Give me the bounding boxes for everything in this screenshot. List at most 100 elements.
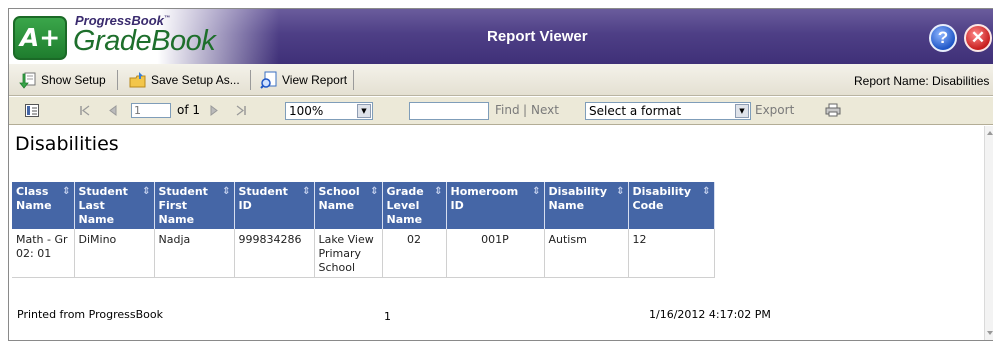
zoom-value: 100% [289,104,324,118]
cell-last-name: DiMino [74,229,155,278]
sort-icon[interactable]: ⇕ [222,185,230,199]
report-viewer-window: A+ ProgressBook™ GradeBook Report Viewer… [8,8,993,341]
column-header[interactable]: Grade Level Name ⇕ [382,182,447,229]
report-name: Report Name: Disabilities [854,74,990,88]
chevron-down-icon[interactable]: ▼ [357,104,371,118]
footer-datetime: 1/16/2012 4:17:02 PM [649,308,771,321]
sort-icon[interactable]: ⇕ [302,185,310,199]
report-table: Class Name ⇕ Student Last Name ⇕ Student Firs… [12,182,715,278]
column-header-text: Disability [632,185,692,198]
school-name-line: Primary [318,247,362,260]
sort-icon[interactable]: ⇕ [702,185,710,199]
column-header-text: Homeroom [450,185,519,198]
scroll-up-icon[interactable] [986,130,993,136]
column-header[interactable]: Homeroom ID ⇕ [446,182,545,229]
column-header[interactable]: Student ID ⇕ [234,182,315,229]
printer-icon[interactable] [825,103,841,117]
sort-icon[interactable]: ⇕ [62,185,70,199]
sort-icon[interactable]: ⇕ [370,185,378,199]
save-setup-button[interactable]: Save Setup As... [125,68,244,92]
cell-homeroom-id: 001P [446,229,545,278]
column-header-text: Name [78,213,115,226]
main-toolbar: Show Setup Save Setup As... View Report … [9,64,993,96]
column-header-text: Name [318,199,355,212]
column-header[interactable]: Student Last Name ⇕ [74,182,155,229]
column-header-text: Class [16,185,49,198]
window-title: Report Viewer [487,28,588,45]
cell-grade-level: 02 [382,229,447,278]
column-header[interactable]: School Name ⇕ [314,182,383,229]
column-header-text: Code [632,199,664,212]
document-map-icon[interactable] [25,104,39,117]
magnifier-report-icon [260,71,277,89]
export-format-value: Select a format [589,104,682,118]
help-icon[interactable]: ? [929,24,957,52]
school-name-line: Lake View [318,233,374,246]
chevron-down-icon[interactable]: ▼ [735,104,749,118]
sort-icon[interactable]: ⇕ [142,185,150,199]
column-header[interactable]: Disability Code ⇕ [628,182,715,229]
column-header-text: ID [450,199,464,212]
view-report-button[interactable]: View Report [256,68,351,92]
cell-disability-name: Autism [544,229,629,278]
cell-disability-code: 12 [628,229,715,278]
table-row: Math - Gr 02: 01 DiMino Nadja 999834286 L… [12,229,715,278]
toolbar-divider [250,70,251,90]
last-page-icon[interactable] [235,105,247,116]
column-header-text: Student [158,185,208,198]
sort-icon[interactable]: ⇕ [616,185,624,199]
save-setup-label: Save Setup As... [151,73,240,87]
column-header-text: Disability [548,185,608,198]
app-header: A+ ProgressBook™ GradeBook Report Viewer… [9,9,993,64]
folder-save-icon [129,72,146,88]
class-name-line: 02: 01 [16,247,52,260]
toolbar-divider [117,70,118,90]
column-header-text: Last [78,199,105,212]
sort-icon[interactable]: ⇕ [434,185,442,199]
column-header-text: School [318,185,360,198]
find-separator: | [523,103,528,117]
column-header-text: Grade [386,185,424,198]
view-report-label: View Report [282,73,348,87]
logo-trademark: ™ [163,15,170,22]
cell-class-name: Math - Gr 02: 01 [12,229,75,278]
logo: A+ ProgressBook™ GradeBook [9,9,279,64]
first-page-icon[interactable] [79,105,91,116]
page-count: of 1 [177,103,201,117]
cell-first-name: Nadja [154,229,235,278]
column-header-text: First [158,199,188,212]
zoom-select[interactable]: 100% ▼ [285,102,373,120]
column-header-text: ID [238,199,252,212]
school-name-line: School [318,261,356,274]
column-header[interactable]: Student First Name ⇕ [154,182,235,229]
vertical-scrollbar[interactable] [984,126,993,340]
report-content: Disabilities Class Name ⇕ Student Last Name… [9,126,984,340]
aplus-logo-badge: A+ [13,16,67,60]
column-header-text: Student [78,185,128,198]
export-link[interactable]: Export [755,103,794,117]
footer-page-number: 1 [384,310,391,323]
close-icon[interactable]: ✕ [964,24,992,52]
next-page-icon[interactable] [209,105,219,116]
table-header-row: Class Name ⇕ Student Last Name ⇕ Student Firs… [12,182,715,229]
column-header-text: Name [386,213,423,226]
column-header-text: Name [158,213,195,226]
show-setup-button[interactable]: Show Setup [15,68,110,92]
find-next-link[interactable]: Next [531,103,559,117]
column-header[interactable]: Disability Name ⇕ [544,182,629,229]
find-input[interactable] [409,102,489,120]
show-setup-label: Show Setup [41,73,106,87]
sort-icon[interactable]: ⇕ [532,185,540,199]
column-header-text: Name [16,199,52,212]
toolbar-divider [353,70,354,90]
column-header-text: Name [548,199,585,212]
logo-gradebook: GradeBook [73,25,216,57]
column-header[interactable]: Class Name ⇕ [12,182,75,229]
export-format-select[interactable]: Select a format ▼ [585,102,751,120]
column-header-text: Student [238,185,288,198]
find-link[interactable]: Find [495,103,520,117]
scroll-down-icon[interactable] [986,330,993,336]
page-number-input[interactable]: 1 [131,103,171,118]
cell-student-id: 999834286 [234,229,315,278]
prev-page-icon[interactable] [108,105,118,116]
